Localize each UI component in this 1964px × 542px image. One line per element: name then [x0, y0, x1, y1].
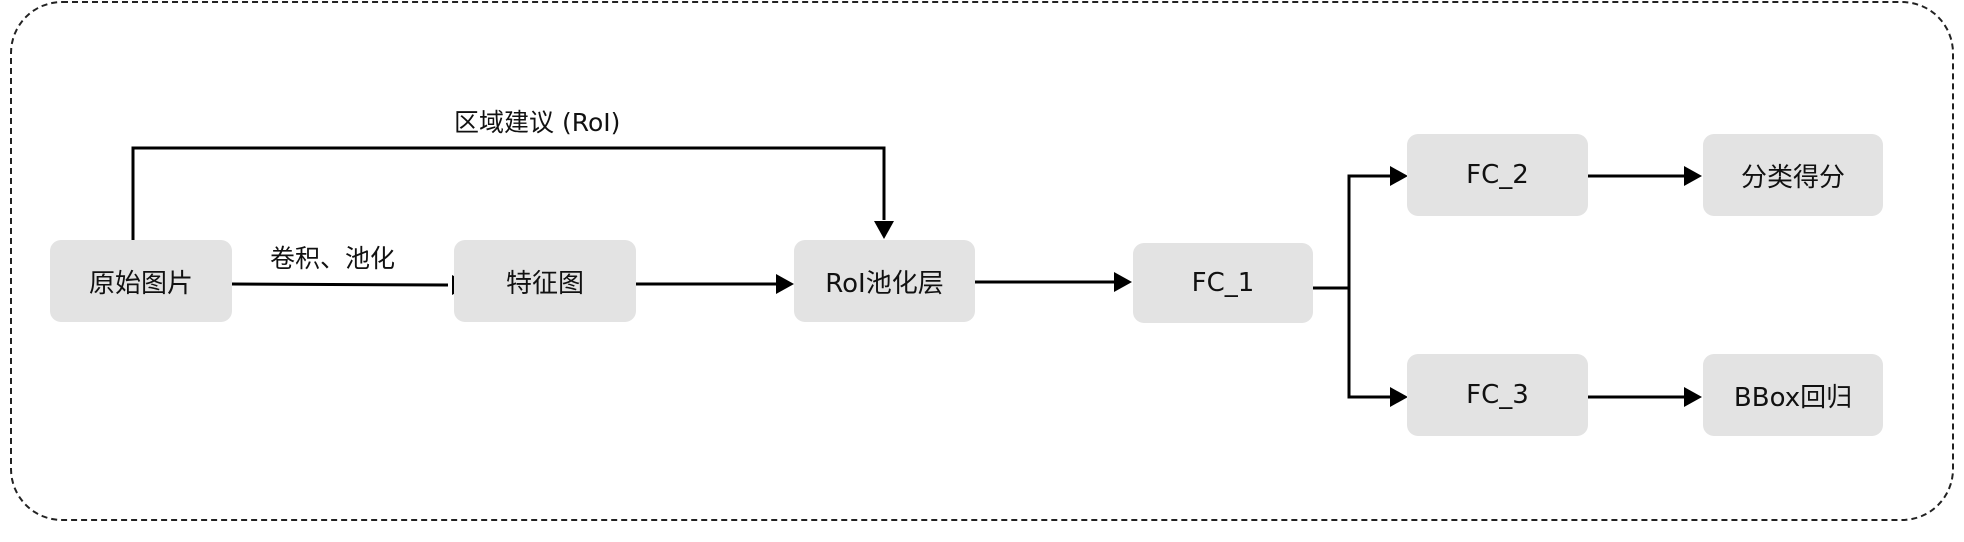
edge-split-to-fc3 [1347, 288, 1392, 399]
arrowhead-fc3 [1390, 387, 1408, 407]
edge-split-to-fc2 [1347, 174, 1392, 288]
arrowhead-roi-left [776, 274, 794, 294]
arrowhead-bbox [1684, 387, 1702, 407]
arrowhead-roi-top [874, 221, 894, 239]
node-roi-pooling: RoI池化层 [794, 240, 975, 322]
region-proposal-label: 区域建议 (RoI) [454, 108, 621, 137]
node-fc-1: FC_1 [1133, 243, 1313, 323]
node-feature-map: 特征图 [454, 240, 636, 322]
node-fc-2: FC_2 [1407, 134, 1588, 216]
arrowhead-fc1 [1114, 272, 1132, 292]
node-original-image: 原始图片 [50, 240, 232, 322]
node-class-score: 分类得分 [1703, 134, 1883, 216]
node-bbox-regression: BBox回归 [1703, 354, 1883, 436]
edge-image-to-feature [231, 282, 449, 287]
arrowhead-score [1684, 166, 1702, 186]
node-fc-3: FC_3 [1407, 354, 1588, 436]
edge-region-proposal [131, 146, 886, 240]
conv-pool-label: 卷积、池化 [270, 244, 396, 273]
arrowhead-fc2 [1390, 166, 1408, 186]
